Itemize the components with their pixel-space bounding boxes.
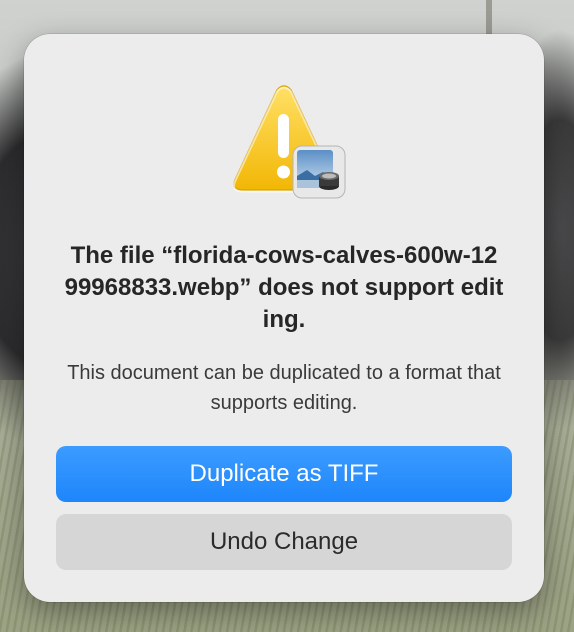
duplicate-as-tiff-button[interactable]: Duplicate as TIFF	[56, 446, 512, 502]
alert-title: The file “florida-cows-calves-600w-12999…	[64, 242, 504, 333]
alert-message: This document can be duplicated to a for…	[67, 362, 501, 414]
undo-change-button[interactable]: Undo Change	[56, 514, 512, 570]
caution-icon	[219, 84, 349, 202]
alert-dialog: The file “florida-cows-calves-600w-12999…	[24, 34, 544, 602]
